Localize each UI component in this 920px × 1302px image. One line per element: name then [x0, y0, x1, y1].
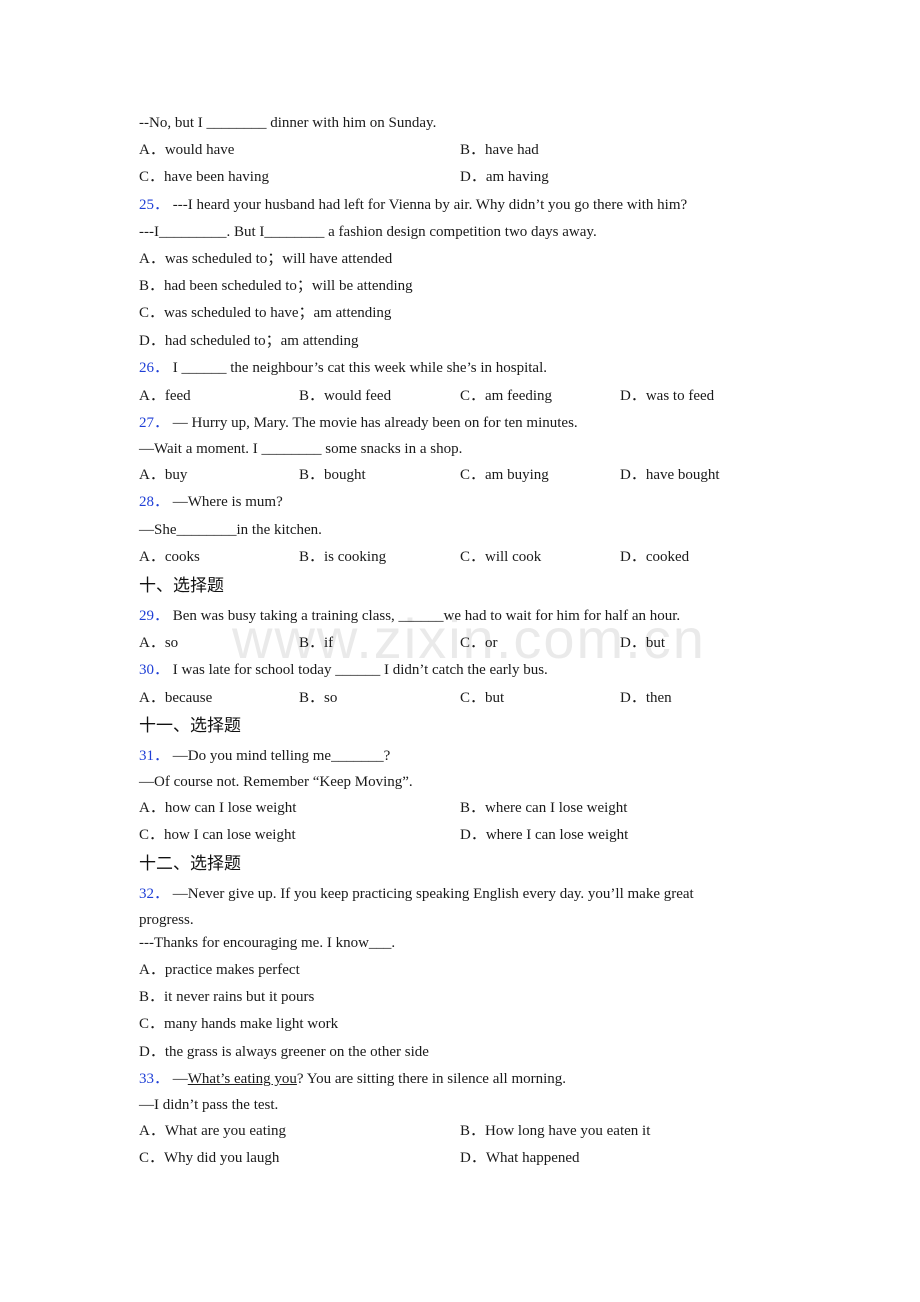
option-c[interactable]: C．Why did you laugh: [139, 1149, 279, 1167]
option-d[interactable]: D．am having: [460, 168, 549, 186]
question-stem: 33． —What’s eating you? You are sitting …: [139, 1071, 567, 1087]
option-a[interactable]: A．would have: [139, 141, 234, 159]
question-number: 25．: [139, 197, 170, 213]
question-number: 28．: [139, 494, 170, 510]
option-d[interactable]: D．cooked: [620, 548, 689, 566]
option-d[interactable]: D．have bought: [620, 466, 720, 484]
option-c[interactable]: C．am buying: [460, 466, 549, 484]
option-a[interactable]: A．because: [139, 689, 212, 707]
option-c[interactable]: C．but: [460, 689, 504, 707]
question-number: 32．: [139, 886, 170, 902]
question-stem-reply: —She________in the kitchen.: [139, 522, 322, 538]
option-b[interactable]: B．so: [299, 689, 337, 707]
option-b[interactable]: B．How long have you eaten it: [460, 1122, 650, 1140]
question-stem: 25． ---I heard your husband had left for…: [139, 197, 688, 213]
question-stem: 31． —Do you mind telling me_______?: [139, 748, 391, 764]
question-stem-continued: progress.: [139, 912, 194, 928]
option-b[interactable]: B．is cooking: [299, 548, 386, 566]
question-stem-reply: ---Thanks for encouraging me. I know___.: [139, 935, 396, 951]
option-a[interactable]: A．was scheduled to；will have attended: [139, 250, 392, 268]
option-a[interactable]: A．What are you eating: [139, 1122, 286, 1140]
option-c[interactable]: C．many hands make light work: [139, 1015, 338, 1033]
section-heading: 十二、选择题: [139, 854, 241, 874]
question-stem-reply: —I didn’t pass the test.: [139, 1097, 279, 1113]
option-b[interactable]: B．if: [299, 634, 333, 652]
question-number: 26．: [139, 360, 170, 376]
question-number: 29．: [139, 608, 170, 624]
underlined-phrase: What’s eating you: [187, 1071, 297, 1087]
question-number: 30．: [139, 662, 170, 678]
question-stem-reply: —Wait a moment. I ________ some snacks i…: [139, 441, 463, 457]
option-a[interactable]: A．so: [139, 634, 178, 652]
question-number: 33．: [139, 1071, 170, 1087]
question-number: 27．: [139, 415, 170, 431]
option-c[interactable]: C．how I can lose weight: [139, 826, 296, 844]
question-stem: 27． — Hurry up, Mary. The movie has alre…: [139, 415, 578, 431]
option-a[interactable]: A．cooks: [139, 548, 200, 566]
question-stem: 30． I was late for school today ______ I…: [139, 662, 548, 678]
option-b[interactable]: B．bought: [299, 466, 366, 484]
option-b[interactable]: B．have had: [460, 141, 539, 159]
option-d[interactable]: D．What happened: [460, 1149, 580, 1167]
option-a[interactable]: A．how can I lose weight: [139, 799, 296, 817]
section-heading: 十、选择题: [139, 576, 224, 596]
option-c[interactable]: C．will cook: [460, 548, 541, 566]
option-a[interactable]: A．practice makes perfect: [139, 961, 300, 979]
question-stem: 28． —Where is mum?: [139, 494, 283, 510]
question-stem: 29． Ben was busy taking a training class…: [139, 608, 681, 624]
option-d[interactable]: D．the grass is always greener on the oth…: [139, 1043, 429, 1061]
option-d[interactable]: D．then: [620, 689, 672, 707]
option-c[interactable]: C．or: [460, 634, 498, 652]
option-d[interactable]: D．had scheduled to；am attending: [139, 332, 359, 350]
option-c[interactable]: C．have been having: [139, 168, 269, 186]
option-b[interactable]: B．had been scheduled to；will be attendin…: [139, 277, 413, 295]
option-c[interactable]: C．was scheduled to have；am attending: [139, 304, 391, 322]
option-b[interactable]: B．where can I lose weight: [460, 799, 627, 817]
option-b[interactable]: B．it never rains but it pours: [139, 988, 314, 1006]
exam-page: www.zixin.com.cn --No, but I ________ di…: [0, 0, 920, 1302]
question-stem-reply: ---I_________. But I________ a fashion d…: [139, 224, 597, 240]
option-d[interactable]: D．was to feed: [620, 387, 714, 405]
question-stem: --No, but I ________ dinner with him on …: [139, 115, 437, 131]
option-c[interactable]: C．am feeding: [460, 387, 552, 405]
option-a[interactable]: A．feed: [139, 387, 191, 405]
question-stem: 32． —Never give up. If you keep practici…: [139, 886, 694, 902]
option-b[interactable]: B．would feed: [299, 387, 391, 405]
section-heading: 十一、选择题: [139, 716, 241, 736]
question-number: 31．: [139, 748, 170, 764]
option-a[interactable]: A．buy: [139, 466, 187, 484]
option-d[interactable]: D．where I can lose weight: [460, 826, 628, 844]
question-stem: 26． I ______ the neighbour’s cat this we…: [139, 360, 548, 376]
question-stem-reply: —Of course not. Remember “Keep Moving”.: [139, 774, 413, 790]
option-d[interactable]: D．but: [620, 634, 665, 652]
